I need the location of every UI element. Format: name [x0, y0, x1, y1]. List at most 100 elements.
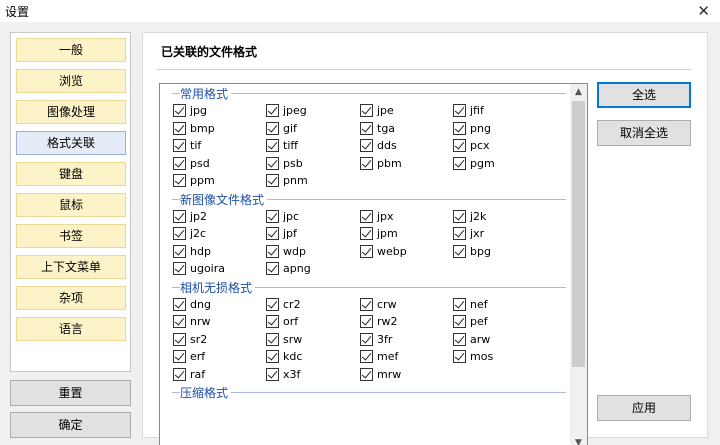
format-checkbox-j2c[interactable]: j2c [173, 225, 206, 242]
checkmark-icon[interactable] [266, 156, 279, 170]
format-checkbox-pef[interactable]: pef [453, 313, 488, 330]
checkmark-icon[interactable] [453, 156, 466, 170]
checkmark-icon[interactable] [453, 350, 466, 363]
reset-button[interactable]: 重置 [10, 380, 131, 406]
sidebar-item-mouse[interactable]: 鼠标 [16, 193, 126, 217]
format-checkbox-j2k[interactable]: j2k [453, 208, 486, 225]
checkmark-icon[interactable] [453, 315, 466, 328]
checkmark-icon[interactable] [173, 367, 186, 381]
format-checkbox-wdp[interactable]: wdp [266, 243, 306, 260]
format-checkbox-srw[interactable]: srw [266, 331, 302, 348]
ok-button[interactable]: 确定 [10, 412, 131, 438]
format-checkbox-gif[interactable]: gif [266, 120, 297, 137]
format-checkbox-pbm[interactable]: pbm [360, 155, 402, 172]
format-checkbox-psb[interactable]: psb [266, 155, 303, 172]
format-checkbox-apng[interactable]: apng [266, 260, 311, 277]
format-checkbox-jpg[interactable]: jpg [173, 102, 207, 119]
format-checkbox-nrw[interactable]: nrw [173, 313, 211, 330]
format-checkbox-mrw[interactable]: mrw [360, 366, 401, 383]
checkmark-icon[interactable] [173, 262, 186, 275]
format-checkbox-pnm[interactable]: pnm [266, 172, 308, 189]
checkmark-icon[interactable] [173, 156, 186, 170]
scroll-thumb[interactable] [572, 101, 585, 367]
checkmark-icon[interactable] [173, 104, 186, 117]
checkmark-icon[interactable] [453, 297, 466, 311]
checkmark-icon[interactable] [360, 244, 373, 258]
format-checkbox-bpg[interactable]: bpg [453, 243, 491, 260]
format-checkbox-bmp[interactable]: bmp [173, 120, 215, 137]
checkmark-icon[interactable] [360, 156, 373, 170]
checkmark-icon[interactable] [173, 209, 186, 223]
format-checkbox-kdc[interactable]: kdc [266, 348, 302, 365]
format-checkbox-rw2[interactable]: rw2 [360, 313, 398, 330]
checkmark-icon[interactable] [173, 174, 186, 187]
checkmark-icon[interactable] [266, 174, 279, 187]
format-checkbox-ugoira[interactable]: ugoira [173, 260, 225, 277]
checkmark-icon[interactable] [360, 121, 373, 135]
checkmark-icon[interactable] [360, 209, 373, 223]
sidebar-item-context-menu[interactable]: 上下文菜单 [16, 255, 126, 279]
format-checkbox-jfif[interactable]: jfif [453, 102, 484, 119]
format-checkbox-raf[interactable]: raf [173, 366, 205, 383]
format-checkbox-webp[interactable]: webp [360, 243, 407, 260]
format-checkbox-jpeg[interactable]: jpeg [266, 102, 307, 119]
format-checkbox-dds[interactable]: dds [360, 137, 397, 154]
checkmark-icon[interactable] [266, 297, 279, 311]
checkmark-icon[interactable] [453, 227, 466, 240]
sidebar-item-general[interactable]: 一般 [16, 38, 126, 62]
format-checkbox-pcx[interactable]: pcx [453, 137, 490, 154]
checkmark-icon[interactable] [453, 244, 466, 258]
format-checkbox-jp2[interactable]: jp2 [173, 208, 207, 225]
format-checkbox-jpc[interactable]: jpc [266, 208, 299, 225]
checkmark-icon[interactable] [266, 209, 279, 223]
checkmark-icon[interactable] [266, 121, 279, 135]
checkmark-icon[interactable] [360, 332, 373, 346]
checkmark-icon[interactable] [453, 209, 466, 223]
select-all-button[interactable]: 全选 [597, 82, 691, 108]
checkmark-icon[interactable] [173, 139, 186, 152]
checkmark-icon[interactable] [453, 104, 466, 117]
checkmark-icon[interactable] [360, 139, 373, 152]
format-checkbox-orf[interactable]: orf [266, 313, 298, 330]
checkmark-icon[interactable] [266, 139, 279, 152]
format-checkbox-ppm[interactable]: ppm [173, 172, 215, 189]
format-checkbox-psd[interactable]: psd [173, 155, 210, 172]
checkmark-icon[interactable] [360, 315, 373, 328]
checkmark-icon[interactable] [266, 350, 279, 363]
format-checkbox-3fr[interactable]: 3fr [360, 331, 392, 348]
format-checkbox-jpm[interactable]: jpm [360, 225, 398, 242]
format-checkbox-jpf[interactable]: jpf [266, 225, 297, 242]
format-checkbox-jxr[interactable]: jxr [453, 225, 484, 242]
scroll-down-icon[interactable]: ▼ [570, 435, 587, 445]
deselect-all-button[interactable]: 取消全选 [597, 120, 691, 146]
close-icon[interactable]: ✕ [697, 0, 710, 22]
sidebar-item-image-processing[interactable]: 图像处理 [16, 100, 126, 124]
format-checkbox-sr2[interactable]: sr2 [173, 331, 207, 348]
format-checkbox-jpe[interactable]: jpe [360, 102, 394, 119]
checkmark-icon[interactable] [360, 367, 373, 381]
checkmark-icon[interactable] [173, 227, 186, 240]
sidebar-item-keyboard[interactable]: 键盘 [16, 162, 126, 186]
checkmark-icon[interactable] [173, 350, 186, 363]
checkmark-icon[interactable] [266, 367, 279, 381]
format-checkbox-pgm[interactable]: pgm [453, 155, 495, 172]
checkmark-icon[interactable] [173, 121, 186, 135]
checkmark-icon[interactable] [360, 104, 373, 117]
apply-button[interactable]: 应用 [597, 395, 691, 421]
sidebar-item-bookmarks[interactable]: 书签 [16, 224, 126, 248]
scroll-up-icon[interactable]: ▲ [570, 84, 587, 101]
format-checkbox-dng[interactable]: dng [173, 296, 211, 313]
checkmark-icon[interactable] [173, 244, 186, 258]
format-checkbox-crw[interactable]: crw [360, 296, 397, 313]
sidebar-item-misc[interactable]: 杂项 [16, 286, 126, 310]
format-checkbox-cr2[interactable]: cr2 [266, 296, 301, 313]
sidebar-item-browse[interactable]: 浏览 [16, 69, 126, 93]
checkmark-icon[interactable] [360, 227, 373, 240]
format-checkbox-png[interactable]: png [453, 120, 491, 137]
checkmark-icon[interactable] [266, 104, 279, 117]
checkmark-icon[interactable] [266, 227, 279, 240]
checkmark-icon[interactable] [360, 297, 373, 311]
checkmark-icon[interactable] [453, 332, 466, 346]
vertical-scrollbar[interactable]: ▲ ▼ [570, 84, 587, 445]
format-checkbox-mef[interactable]: mef [360, 348, 398, 365]
